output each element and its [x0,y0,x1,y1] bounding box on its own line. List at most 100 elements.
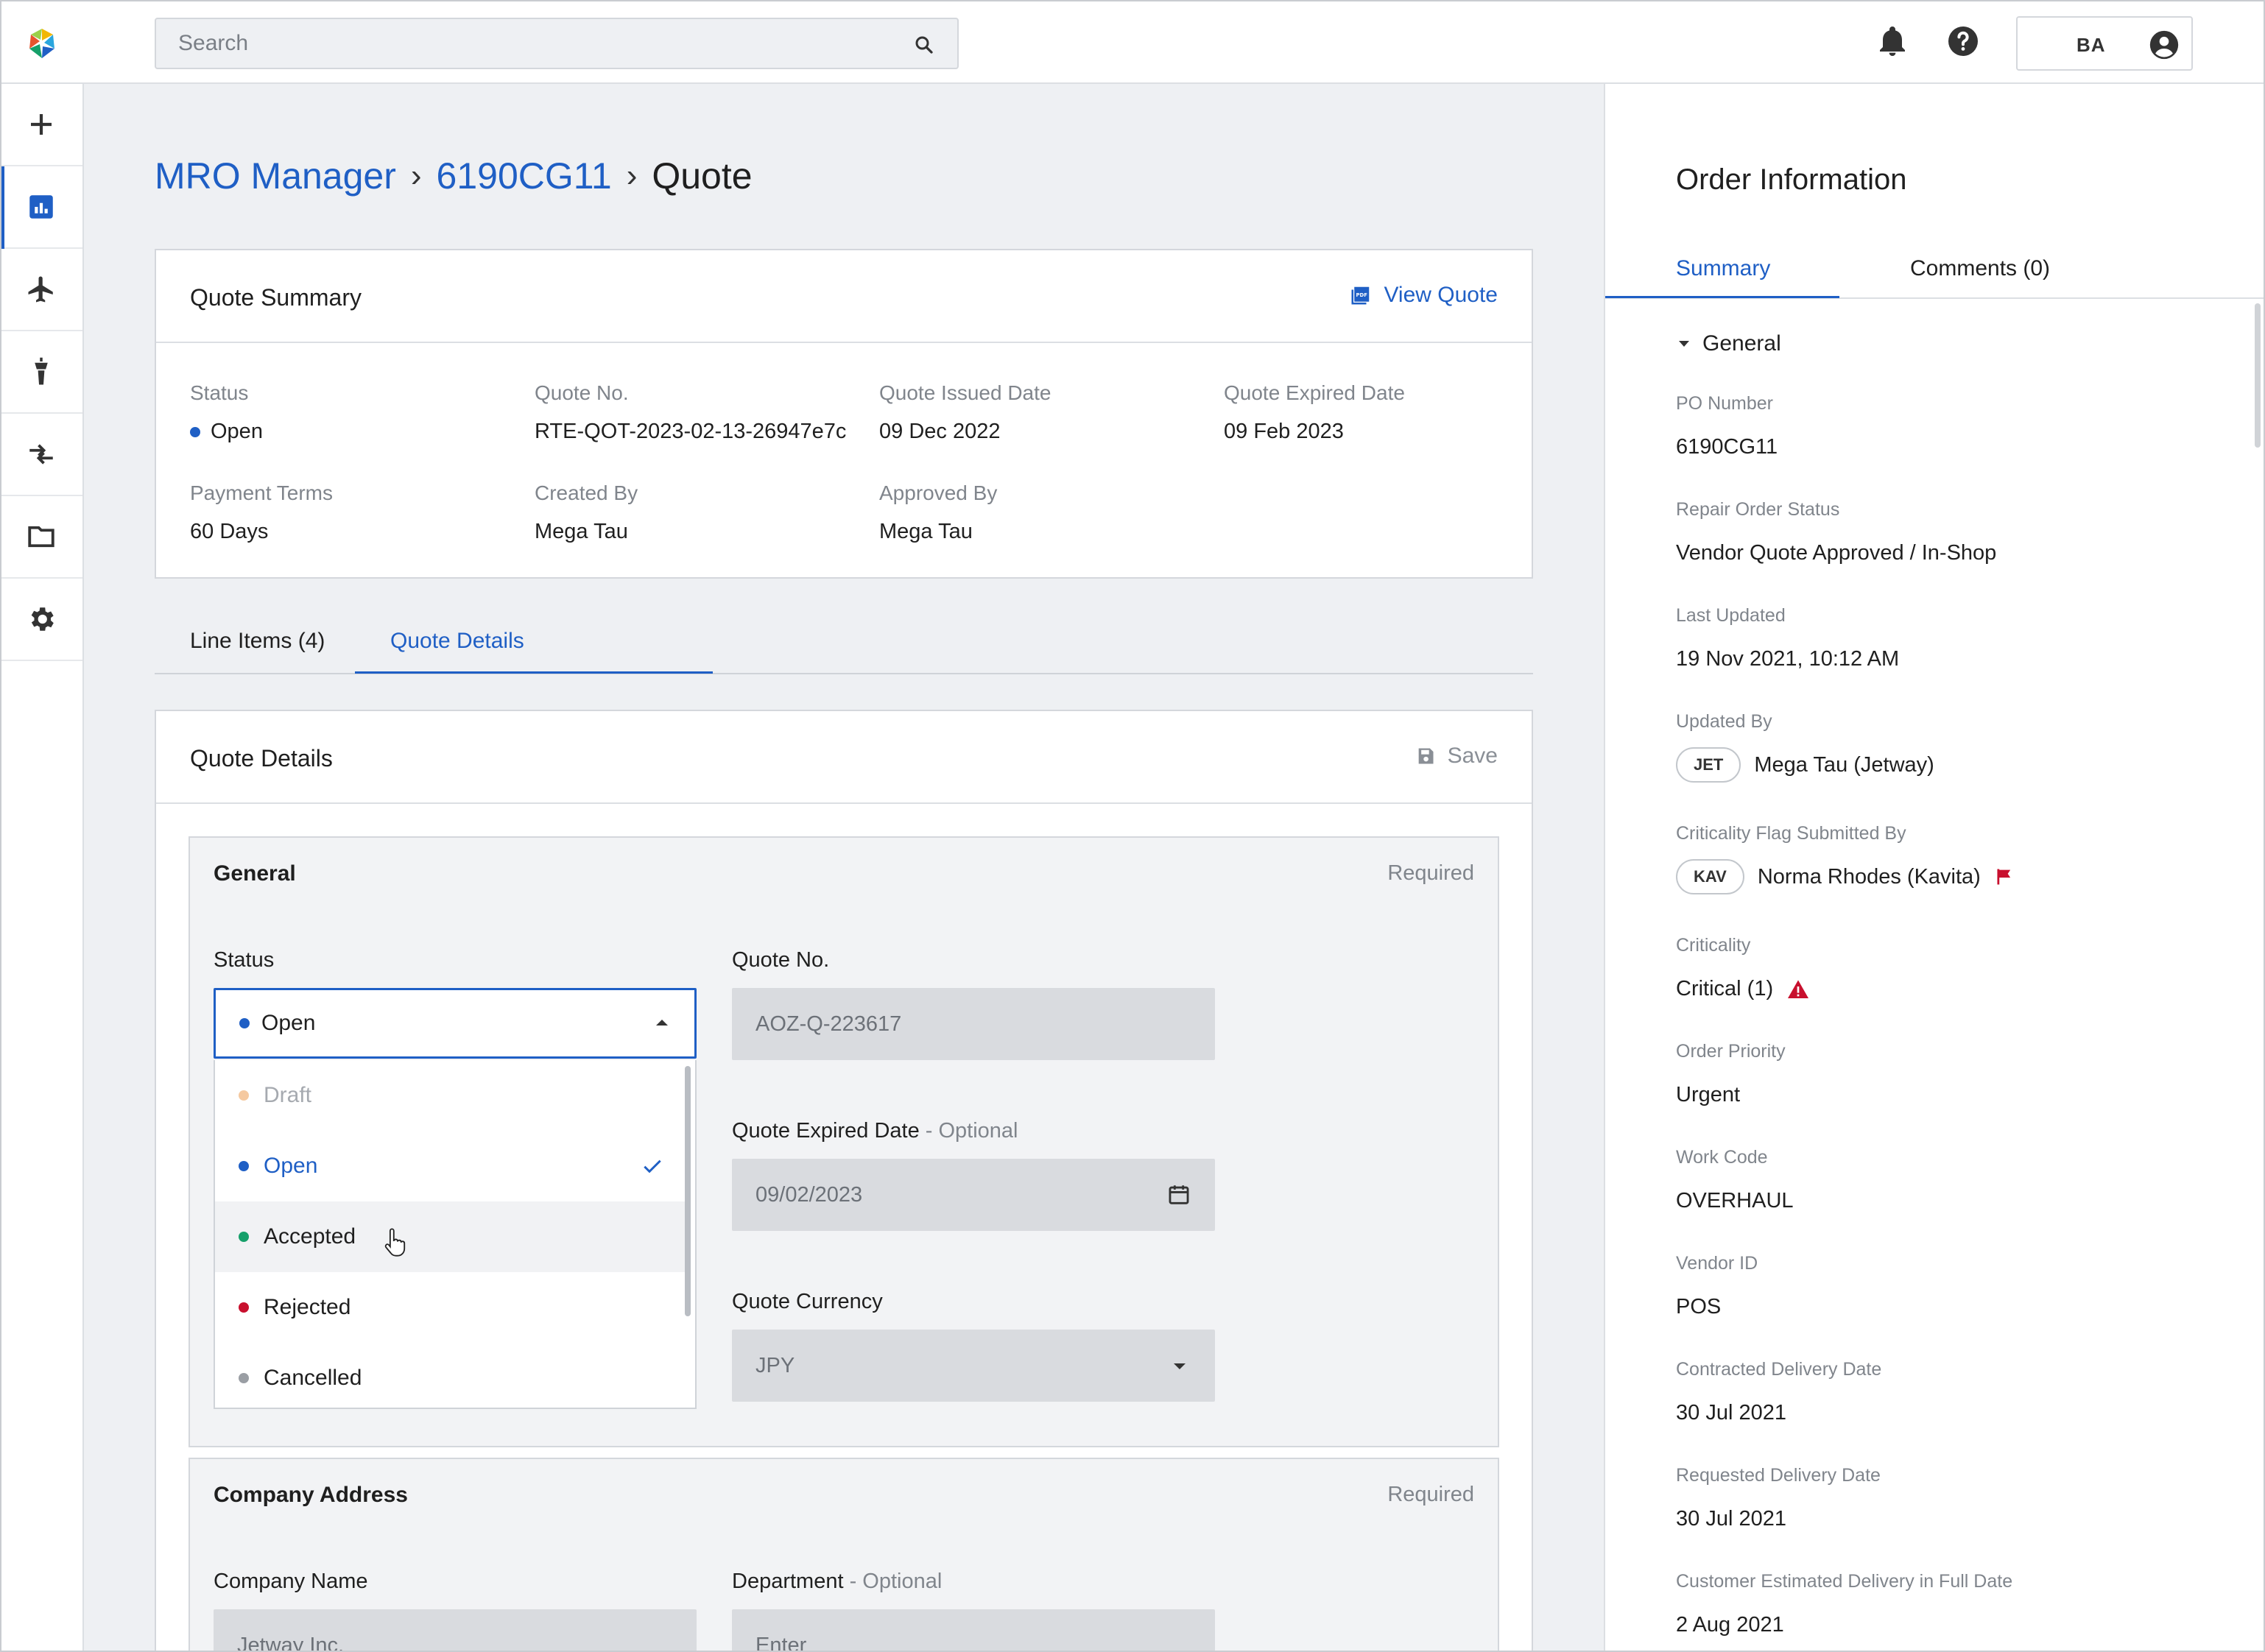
department-label: Department - Optional [732,1570,942,1594]
hand-cursor-icon [384,1228,406,1257]
search-box[interactable] [155,18,959,69]
quote-summary-header: Quote Summary PDF View Quote [156,250,1532,343]
status-option-label: Open [264,1154,318,1178]
quote-expired-date-field[interactable]: 09/02/2023 [732,1159,1215,1231]
status-select[interactable]: Open [214,988,697,1059]
breadcrumb-separator: › [626,158,638,194]
status-option-cancelled[interactable]: Cancelled [215,1343,686,1413]
general-accordion[interactable]: General [1679,331,1781,356]
summary-status: Status Open [190,381,263,444]
flag-icon [1997,869,2010,885]
caret-up-icon [656,1020,668,1026]
quote-currency-label: Quote Currency [732,1290,883,1313]
quote-expired-date-label-text: Quote Expired Date [732,1119,920,1143]
summary-created-by-value: Mega Tau [535,520,628,543]
field-label: Vendor ID [1676,1253,1758,1274]
dropdown-scrollbar[interactable] [685,1066,691,1316]
folder-icon [28,526,54,548]
svg-text:PDF: PDF [1356,292,1368,298]
nav-files[interactable] [0,496,82,579]
field-value: POS [1676,1295,1722,1319]
field-label: Criticality [1676,935,1751,956]
nav-flights[interactable] [0,249,82,331]
calendar-icon[interactable] [1166,1182,1191,1207]
nav-settings[interactable] [0,579,82,661]
optional-hint: - Optional [925,1119,1018,1143]
check-icon [644,1159,661,1173]
repair-order-status-field: Repair Order Status Vendor Quote Approve… [1676,499,1996,565]
status-option-accepted[interactable]: Accepted [215,1201,686,1272]
general-section-title: General [214,861,296,886]
summary-expired-date-value: 09 Feb 2023 [1224,420,1344,443]
breadcrumb-separator: › [410,158,422,194]
tab-line-items[interactable]: Line Items (4) [190,629,325,654]
summary-created-by-label: Created By [535,481,638,504]
customer-estimated-delivery-field: Customer Estimated Delivery in Full Date… [1676,1571,2012,1637]
company-required-label: Required [1387,1483,1474,1506]
summary-expired-date: Quote Expired Date 09 Feb 2023 [1224,381,1405,444]
field-label: Last Updated [1676,605,1786,626]
add-icon [31,114,52,135]
dashboard-icon [29,195,53,219]
summary-issued-date: Quote Issued Date 09 Dec 2022 [879,381,1051,444]
breadcrumb-order[interactable]: 6190CG11 [437,155,612,197]
summary-approved-by-value: Mega Tau [879,520,973,543]
status-option-label: Rejected [264,1295,351,1319]
status-option-label: Draft [264,1083,312,1107]
bell-icon[interactable] [1875,24,1910,59]
field-value: 30 Jul 2021 [1676,1401,1786,1425]
summary-issued-date-value: 09 Dec 2022 [879,420,1001,443]
company-address-title: Company Address [214,1483,408,1507]
quote-no-value: AOZ-Q-223617 [755,1012,902,1036]
view-quote-link[interactable]: PDF View Quote [1350,283,1498,308]
panel-scrollbar[interactable] [2255,303,2261,448]
pdf-icon: PDF [1351,286,1370,305]
quote-currency-value: JPY [755,1353,795,1377]
save-button[interactable]: Save [1415,744,1498,769]
tab-summary[interactable]: Summary [1676,256,1770,281]
breadcrumb: MRO Manager › 6190CG11 › Quote [155,155,753,197]
field-label: Order Priority [1676,1041,1786,1062]
accepted-dot-icon [239,1232,249,1242]
status-option-rejected[interactable]: Rejected [215,1272,686,1343]
department-label-text: Department [732,1570,844,1593]
left-nav [0,84,84,1652]
status-option-label: Cancelled [264,1366,362,1390]
summary-payment-terms-label: Payment Terms [190,481,333,504]
app-logo-icon[interactable] [25,27,59,60]
order-information-title: Order Information [1676,163,1907,196]
quote-summary-card: Quote Summary PDF View Quote Status Open… [155,249,1533,579]
field-label: PO Number [1676,393,1773,414]
nav-add[interactable] [0,84,82,166]
field-label: Requested Delivery Date [1676,1465,1881,1486]
field-label: Repair Order Status [1676,499,1840,520]
search-icon[interactable] [913,34,935,56]
rejected-dot-icon [239,1302,249,1313]
contracted-delivery-date-field: Contracted Delivery Date 30 Jul 2021 [1676,1359,1881,1425]
summary-created-by: Created By Mega Tau [535,481,638,544]
transfer-icon [29,444,53,465]
quote-currency-select[interactable]: JPY [732,1330,1215,1402]
nav-tower[interactable] [0,331,82,414]
tab-quote-details[interactable]: Quote Details [390,629,524,654]
nav-dashboard[interactable] [0,166,82,249]
quote-no-label: Quote No. [732,948,830,972]
field-value: Vendor Quote Approved / In-Shop [1676,541,1997,565]
order-info-tabs: Summary Comments (0) [1605,246,2265,299]
field-value: Mega Tau (Jetway) [1754,752,1934,777]
department-input[interactable]: Enter [732,1609,1215,1652]
nav-transfer[interactable] [0,414,82,496]
user-menu[interactable]: BA [2016,16,2193,71]
search-input[interactable] [156,19,957,68]
field-label: Customer Estimated Delivery in Full Date [1676,1571,2013,1592]
status-option-draft: Draft [215,1060,686,1131]
view-quote-label: View Quote [1384,283,1498,307]
field-label: Criticality Flag Submitted By [1676,823,1906,844]
breadcrumb-mro-manager[interactable]: MRO Manager [155,155,396,197]
help-icon[interactable] [1945,24,1981,59]
tab-comments[interactable]: Comments (0) [1910,256,2050,281]
work-code-field: Work Code OVERHAUL [1676,1147,1794,1213]
criticality-flag-submitted-by-field: Criticality Flag Submitted By KAV Norma … [1676,823,2015,894]
summary-payment-terms-value: 60 Days [190,520,269,543]
status-option-open[interactable]: Open [215,1131,686,1201]
